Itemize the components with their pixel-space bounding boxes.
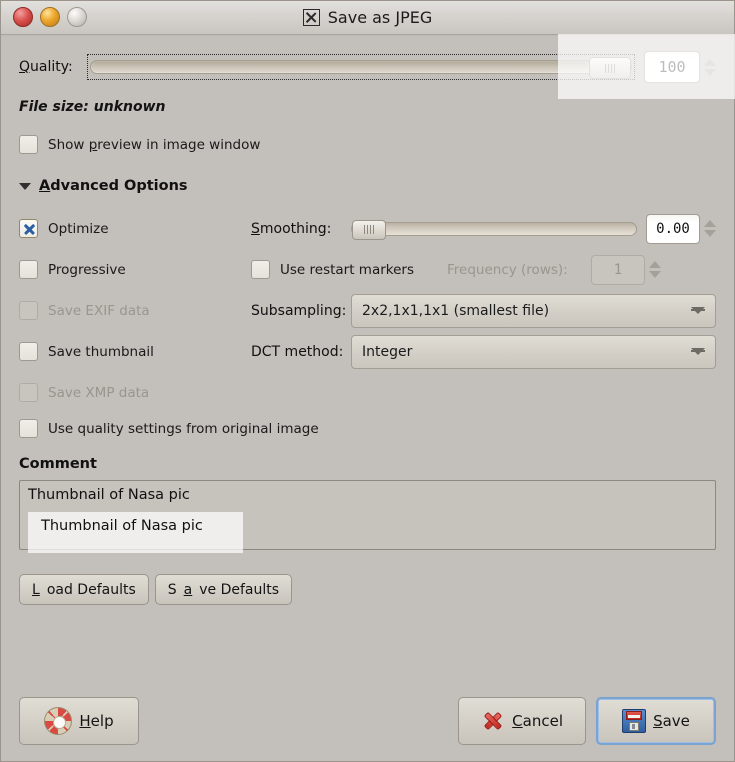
defaults-button-group: Load Defaults Sa ve Defaults — [19, 574, 716, 605]
spin-up-icon[interactable] — [704, 220, 716, 227]
show-preview-label: Show preview in image window — [48, 136, 261, 153]
use-original-quality-checkbox[interactable] — [19, 419, 38, 438]
frequency-value-input: 1 — [591, 254, 645, 285]
optimize-label: Optimize — [48, 220, 109, 237]
progressive-checkbox[interactable] — [19, 260, 38, 279]
frequency-label: Frequency (rows): — [447, 261, 568, 278]
save-label: Save — [653, 712, 690, 730]
save-thumbnail-row[interactable]: Save thumbnail — [19, 331, 251, 372]
advanced-options-expander[interactable]: Advanced Options — [19, 178, 716, 194]
smoothing-slider-track[interactable] — [351, 219, 637, 240]
restart-markers-toggle[interactable]: Use restart markers — [251, 260, 447, 279]
cancel-label: Cancel — [512, 712, 563, 730]
quality-value-input[interactable]: 100 — [644, 51, 700, 83]
chevron-down-icon — [691, 307, 705, 314]
spin-down-icon[interactable] — [704, 230, 716, 237]
progressive-row[interactable]: Progressive — [19, 249, 251, 290]
advanced-options-panel: Optimize Progressive Save EXIF data Save… — [19, 208, 716, 438]
progressive-label: Progressive — [48, 261, 126, 278]
quality-label: Quality: — [19, 59, 73, 75]
lifebuoy-icon — [44, 707, 73, 735]
dct-method-select[interactable]: Integer — [351, 334, 716, 369]
save-button[interactable]: Save — [596, 697, 716, 745]
comment-highlight-text: Thumbnail of Nasa pic — [41, 518, 203, 534]
comment-section-label: Comment — [19, 456, 97, 472]
save-thumbnail-checkbox[interactable] — [19, 342, 38, 361]
subsampling-row: Subsampling: 2x2,1x1,1x1 (smallest file) — [251, 290, 716, 331]
save-xmp-checkbox — [19, 383, 38, 402]
quality-spin-buttons[interactable] — [704, 51, 716, 83]
save-exif-row: Save EXIF data — [19, 290, 251, 331]
subsampling-value: 2x2,1x1,1x1 (smallest file) — [362, 302, 550, 319]
file-size-label: File size: unknown — [19, 99, 166, 115]
save-xmp-row: Save XMP data — [19, 372, 251, 413]
smoothing-row: Smoothing: 0.00 — [251, 208, 716, 249]
quality-row: Quality: 100 — [19, 51, 716, 83]
quality-slider-track[interactable] — [90, 57, 632, 79]
smoothing-label: Smoothing: — [251, 220, 332, 237]
quality-slider-handle[interactable] — [589, 57, 631, 79]
quality-slider[interactable] — [87, 54, 635, 80]
dialog-action-bar: Help Cancel Save — [19, 697, 716, 745]
chevron-down-icon — [691, 348, 705, 355]
spin-down-icon[interactable] — [704, 68, 716, 76]
spin-up-icon[interactable] — [704, 58, 716, 66]
load-defaults-button[interactable]: Load Defaults — [19, 574, 149, 605]
save-exif-label: Save EXIF data — [48, 302, 150, 319]
help-button[interactable]: Help — [19, 697, 139, 745]
advanced-options-label: Advanced Options — [39, 178, 188, 194]
x-box-icon — [302, 9, 320, 26]
frequency-spinbox: 1 — [591, 254, 661, 285]
optimize-row[interactable]: Optimize — [19, 208, 251, 249]
comment-text: Thumbnail of Nasa pic — [28, 487, 190, 503]
floppy-disk-icon — [622, 709, 647, 733]
use-original-quality-label: Use quality settings from original image — [48, 420, 319, 437]
subsampling-select[interactable]: 2x2,1x1,1x1 (smallest file) — [351, 293, 716, 328]
quality-slider-fill — [92, 62, 587, 72]
save-defaults-button[interactable]: Sa ve Defaults — [154, 574, 293, 605]
spin-up-icon — [649, 261, 661, 268]
smoothing-slider-handle[interactable] — [352, 219, 386, 240]
restart-markers-checkbox[interactable] — [251, 260, 270, 279]
use-original-quality-row[interactable]: Use quality settings from original image — [19, 419, 716, 438]
titlebar: Save as JPEG — [1, 1, 734, 37]
window-title-text: Save as JPEG — [327, 8, 433, 27]
save-xmp-label: Save XMP data — [48, 384, 150, 401]
comment-textarea[interactable]: Thumbnail of Nasa pic — [19, 480, 716, 550]
dct-method-row: DCT method: Integer — [251, 331, 716, 372]
restart-markers-label: Use restart markers — [280, 261, 415, 278]
advanced-left-column: Optimize Progressive Save EXIF data Save… — [19, 208, 251, 413]
chevron-down-icon — [19, 182, 31, 190]
save-exif-checkbox — [19, 301, 38, 320]
show-preview-row[interactable]: Show preview in image window — [19, 135, 716, 154]
restart-markers-row: Use restart markers Frequency (rows): 1 — [251, 249, 716, 290]
subsampling-label: Subsampling: — [251, 302, 347, 319]
advanced-right-column: Smoothing: 0.00 Use restart markers Freq… — [251, 208, 716, 413]
cancel-button[interactable]: Cancel — [458, 697, 586, 745]
cancel-x-icon — [481, 709, 505, 733]
quality-spinbox[interactable]: 100 — [644, 51, 716, 83]
smoothing-slider[interactable] — [351, 217, 637, 241]
spin-down-icon — [649, 271, 661, 278]
dct-method-label: DCT method: — [251, 343, 344, 360]
smoothing-value-input[interactable]: 0.00 — [646, 213, 700, 244]
frequency-spin-buttons — [649, 255, 661, 285]
save-thumbnail-label: Save thumbnail — [48, 343, 154, 360]
window-title: Save as JPEG — [1, 1, 734, 34]
save-as-jpeg-dialog: Save as JPEG Quality: 100 File size: unk… — [0, 0, 735, 762]
show-preview-checkbox[interactable] — [19, 135, 38, 154]
help-label: Help — [79, 712, 114, 730]
optimize-checkbox[interactable] — [19, 219, 38, 238]
smoothing-spinbox[interactable]: 0.00 — [646, 213, 716, 244]
smoothing-spin-buttons[interactable] — [704, 214, 716, 244]
dct-method-value: Integer — [362, 343, 413, 360]
